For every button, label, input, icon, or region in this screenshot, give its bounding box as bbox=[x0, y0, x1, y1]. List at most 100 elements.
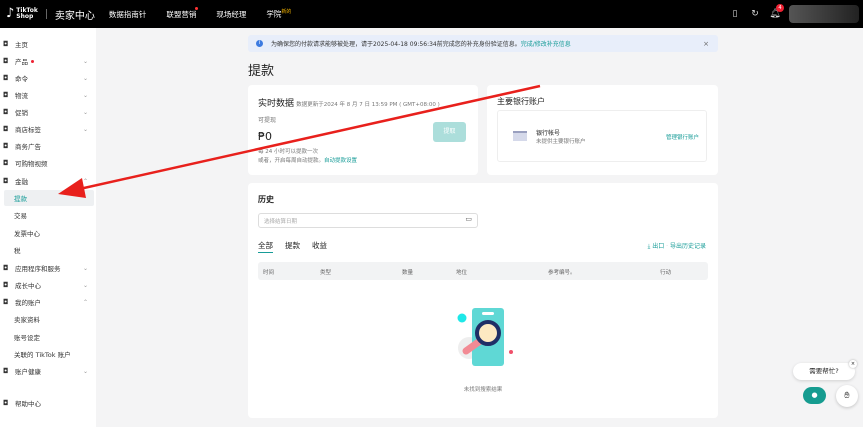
column-time: 时间 bbox=[263, 270, 275, 276]
sidebar-item[interactable]: 关联的 TikTok 账户 bbox=[0, 346, 96, 362]
manage-bank-account-link[interactable]: 管理银行账户 bbox=[666, 133, 699, 141]
empty-state-text: 未找到搜索结果 bbox=[463, 387, 503, 393]
date-picker[interactable]: 选择结算日期 ▭ bbox=[258, 213, 478, 228]
sidebar-item-label: 账户健康 bbox=[15, 368, 41, 376]
export-button[interactable]: ⤓ 出口 bbox=[648, 243, 665, 250]
date-placeholder: 选择结算日期 bbox=[264, 219, 298, 225]
sidebar-item[interactable]: ◘ 成长中心 ⌄ bbox=[0, 277, 96, 293]
sidebar-item-label: 商店标签 bbox=[15, 126, 41, 134]
nav-live-manager[interactable]: 现场经理 bbox=[216, 9, 246, 20]
chevron-icon[interactable]: ⌄ bbox=[83, 75, 88, 82]
chevron-icon[interactable]: ⌄ bbox=[83, 92, 88, 99]
sidebar-item[interactable]: ◘ 促销 ⌄ bbox=[0, 104, 96, 120]
sidebar-item-label: 命令 bbox=[15, 75, 28, 83]
tab-earnings[interactable]: 收益 bbox=[312, 241, 327, 250]
sidebar-item[interactable]: ◘ 金融 ⌃ bbox=[0, 173, 96, 189]
chevron-icon[interactable]: ⌃ bbox=[83, 299, 88, 306]
sidebar-item-label: 关联的 TikTok 账户 bbox=[14, 351, 71, 359]
sidebar-item-label: 帮助中心 bbox=[15, 400, 41, 408]
sidebar-item[interactable]: ◘ 可购物视频 bbox=[0, 155, 96, 171]
wave-hand-icon[interactable]: ✋︎ bbox=[836, 385, 858, 407]
refresh-icon[interactable]: ↻ bbox=[749, 9, 761, 19]
top-bar: ♪ TikTok Shop 卖家中心 数据指南针 联盟营销 现场经理 学院新的 ▯ … bbox=[0, 0, 863, 28]
realtime-card: 实时数据 数据更新于2024 年 8 月 7 日 13:59 PM ( GMT+… bbox=[248, 85, 478, 175]
tab-all[interactable]: 全部 bbox=[258, 241, 273, 253]
new-dot bbox=[31, 59, 34, 63]
column-status: 地位 bbox=[456, 270, 468, 276]
sidebar-item[interactable]: 提款 bbox=[4, 190, 94, 206]
nav-academy[interactable]: 学院新的 bbox=[266, 8, 291, 20]
complete-info-link[interactable]: 完成/修改补充信息 bbox=[521, 39, 571, 48]
sidebar-item[interactable]: 发票中心 bbox=[0, 225, 96, 241]
sidebar-item-label: 提款 bbox=[14, 195, 27, 203]
close-icon[interactable]: × bbox=[849, 360, 857, 368]
help-bubble[interactable]: 需要帮忙? × bbox=[793, 360, 857, 380]
sidebar-item[interactable]: ◘ 我的账户 ⌃ bbox=[0, 294, 96, 310]
help-icon: ◘ bbox=[3, 399, 9, 407]
bell-icon[interactable]: 🔔︎ 4 bbox=[769, 4, 784, 19]
chevron-icon[interactable]: ⌄ bbox=[83, 282, 88, 289]
info-icon: i bbox=[256, 40, 263, 47]
chevron-icon[interactable]: ⌄ bbox=[83, 368, 88, 375]
export-history-link[interactable]: 导出历史记录 bbox=[670, 243, 706, 250]
sidebar-item-label: 我的账户 bbox=[15, 299, 41, 307]
product-icon: ◘ bbox=[3, 57, 9, 65]
sidebar-item-label: 成长中心 bbox=[15, 282, 41, 290]
sidebar-item[interactable]: ◘ 帮助中心 bbox=[0, 395, 96, 411]
auto-withdraw-note: 或者，开启每周自动提款。 bbox=[258, 158, 325, 164]
card-title: 主要银行账户 bbox=[497, 97, 545, 106]
nav-data-compass[interactable]: 数据指南针 bbox=[109, 9, 147, 20]
wallet-icon: ◘ bbox=[3, 177, 9, 185]
chevron-icon[interactable]: ⌄ bbox=[83, 58, 88, 65]
available-label: 可提现 bbox=[258, 117, 277, 124]
sidebar-item-label: 促销 bbox=[15, 109, 28, 117]
sidebar-item-label: 金融 bbox=[15, 178, 28, 186]
auto-withdraw-settings-link[interactable]: 自动提款设置 bbox=[324, 158, 357, 164]
account-menu[interactable] bbox=[789, 5, 859, 23]
sidebar-item[interactable]: ◘ 物流 ⌄ bbox=[0, 87, 96, 103]
sidebar-item[interactable]: 交易 bbox=[0, 207, 96, 223]
nav-label: 学院 bbox=[266, 9, 282, 19]
calendar-icon: ▭ bbox=[465, 215, 472, 223]
bag-icon: ◘ bbox=[3, 125, 9, 133]
available-amount: ₱0 bbox=[258, 130, 272, 143]
home-icon: ◘ bbox=[3, 40, 9, 48]
tab-withdrawals[interactable]: 提款 bbox=[285, 241, 300, 250]
mobile-icon[interactable]: ▯ bbox=[729, 9, 741, 19]
sidebar-item-label: 产品 bbox=[15, 58, 28, 66]
bank-card-icon bbox=[513, 131, 527, 141]
bank-account-label: 银行帐号 bbox=[536, 130, 561, 137]
sidebar-item[interactable]: ◘ 命令 ⌄ bbox=[0, 70, 96, 86]
new-badge: 新的 bbox=[281, 9, 292, 16]
sidebar-item[interactable]: 税 bbox=[0, 242, 96, 258]
withdraw-button[interactable]: 提取 bbox=[433, 122, 466, 142]
chevron-icon[interactable]: ⌃ bbox=[83, 178, 88, 185]
chevron-icon[interactable]: ⌄ bbox=[83, 265, 88, 272]
truck-icon: ◘ bbox=[3, 91, 9, 99]
sidebar-item[interactable]: 账号设定 bbox=[0, 329, 96, 345]
sidebar-item[interactable]: ◘ 应用程序和服务 ⌄ bbox=[0, 260, 96, 276]
chevron-icon[interactable]: ⌄ bbox=[83, 126, 88, 133]
nav-affiliate[interactable]: 联盟营销 bbox=[166, 6, 199, 20]
sidebar-item-label: 可购物视频 bbox=[15, 160, 48, 168]
chevron-icon[interactable]: ⌄ bbox=[83, 109, 88, 116]
apps-icon: ◘ bbox=[3, 264, 9, 272]
chat-icon[interactable]: ● bbox=[803, 387, 826, 404]
sidebar-item-label: 商务广告 bbox=[15, 143, 41, 151]
column-reference: 参考编号。 bbox=[548, 270, 576, 276]
ad-icon: ◘ bbox=[3, 142, 9, 150]
sidebar-item-label: 税 bbox=[14, 247, 21, 255]
sidebar-item[interactable]: ◘ 商务广告 bbox=[0, 138, 96, 154]
sidebar-item[interactable]: ◘ 主页 bbox=[0, 36, 96, 52]
close-icon[interactable]: × bbox=[703, 40, 709, 48]
sidebar-item[interactable]: ◘ 账户健康 ⌄ bbox=[0, 363, 96, 379]
health-icon: ◘ bbox=[3, 367, 9, 375]
sidebar-item[interactable]: ◘ 商店标签 ⌄ bbox=[0, 121, 96, 137]
verification-notice: i 为确保您的付款请求能够被处理，请于2025-04-18 09:56:34前完… bbox=[248, 35, 718, 52]
sidebar-item[interactable]: 卖家资料 bbox=[0, 311, 96, 327]
sidebar-item[interactable]: ◘ 产品 ⌄ bbox=[0, 53, 96, 69]
sidebar: ◘ 主页 ◘ 产品 ⌄ ◘ 命令 ⌄ ◘ 物流 ⌄ ◘ 促销 ⌄ ◘ 商店标签 ⌄ ◘ 商务广告 ◘ 可购物视频 ◘ 金融 ⌃… bbox=[0, 28, 96, 427]
notice-text: 为确保您的付款请求能够被处理，请于2025-04-18 09:56:34前完成您… bbox=[271, 41, 521, 48]
tiktok-shop-logo[interactable]: ♪ TikTok Shop bbox=[6, 7, 38, 20]
sidebar-item-label: 账号设定 bbox=[14, 334, 40, 342]
